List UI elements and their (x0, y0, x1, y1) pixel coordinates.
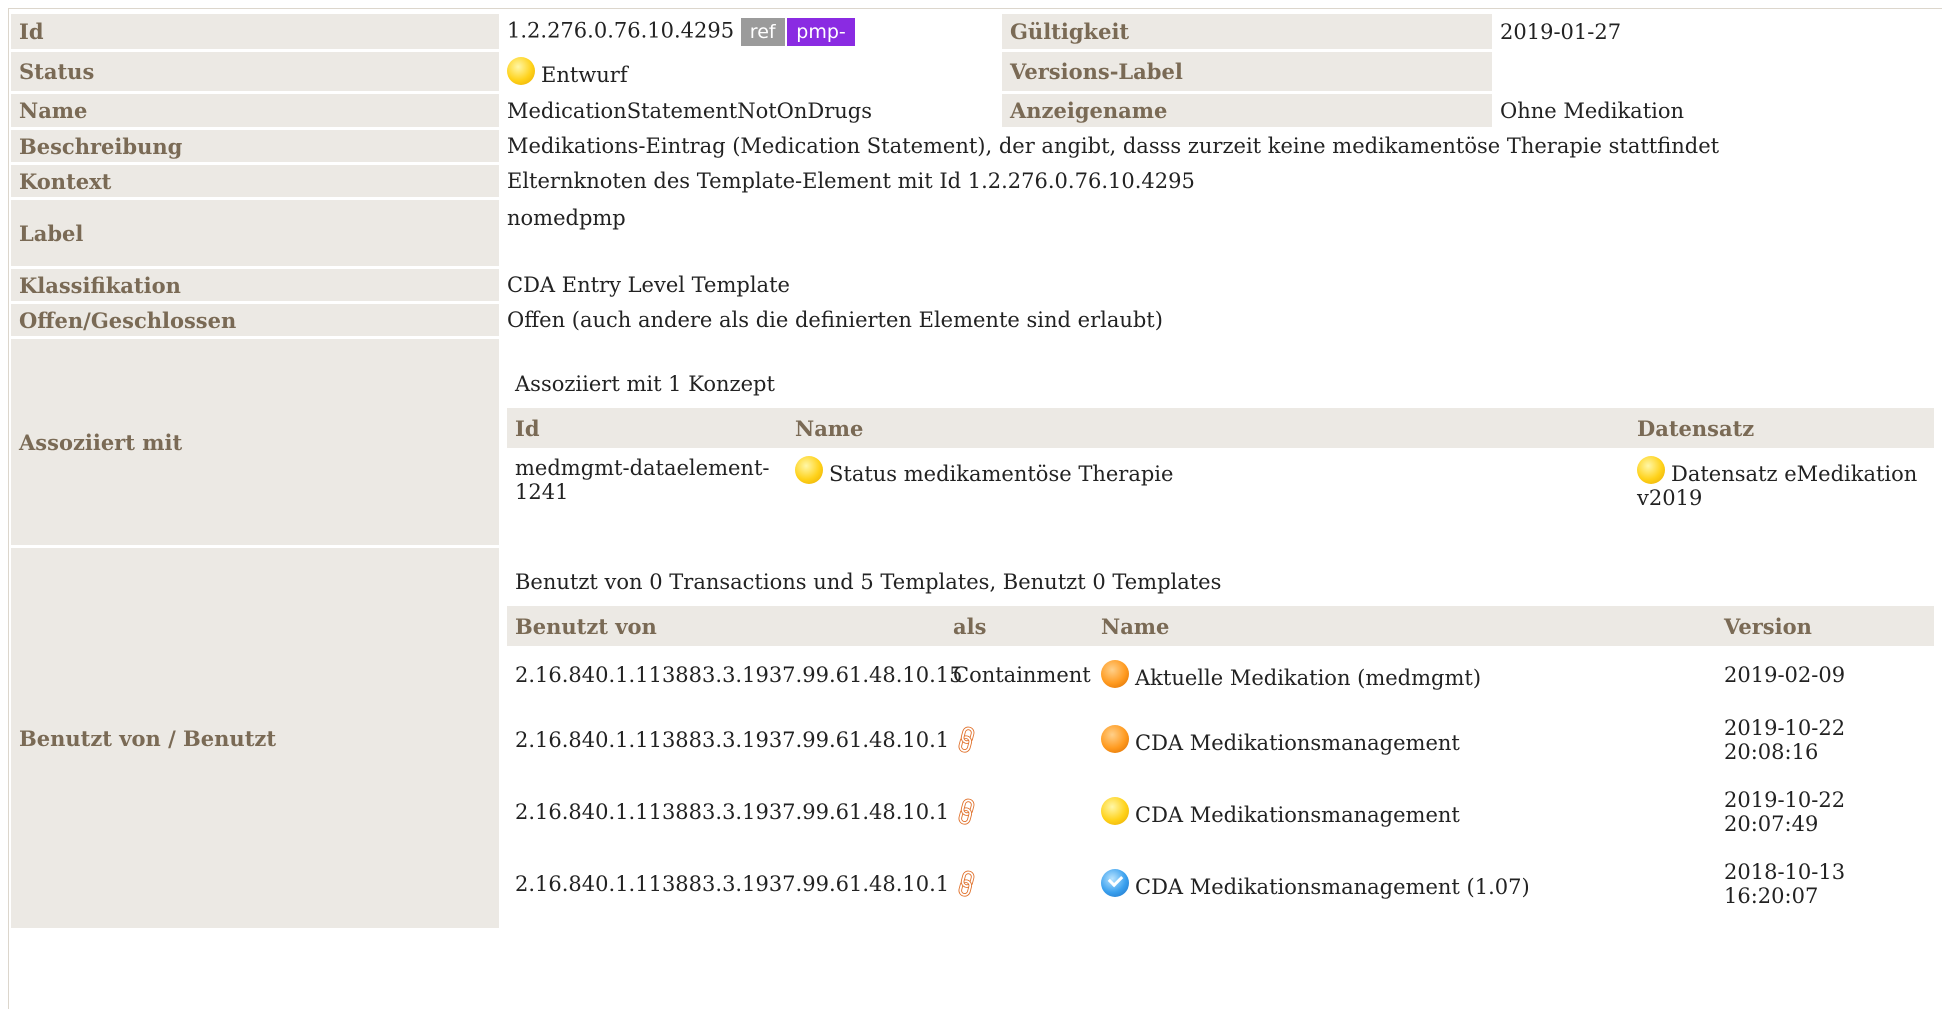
id-label: Id (11, 14, 499, 49)
open-closed-value: Offen (auch andere als die definierten E… (499, 304, 1942, 336)
ref-badge[interactable]: ref (740, 17, 785, 46)
used-by-version: 2018-10-13 (1724, 860, 1846, 884)
used-by-version-cell: 2018-10-13 16:20:07 (1716, 848, 1934, 920)
used-by-name[interactable]: Aktuelle Medikation (medmgmt) (1135, 666, 1481, 690)
associated-name[interactable]: Status medikamentöse Therapie (829, 462, 1173, 486)
associated-name-cell: Status medikamentöse Therapie (787, 448, 1629, 518)
used-by-name-cell: Aktuelle Medikation (medmgmt) (1093, 646, 1716, 704)
row-associated: Assoziiert mit Assoziiert mit 1 Konzept … (11, 339, 1942, 545)
used-by-as-cell: 🔗︎ (945, 848, 1093, 920)
description-value: Medikations-Eintrag (Medication Statemen… (499, 130, 1942, 162)
name-label: Name (11, 94, 499, 127)
name-value: MedicationStatementNotOnDrugs (499, 94, 1002, 127)
used-by-name-cell: CDA Medikationsmanagement (1093, 704, 1716, 776)
used-by-version: 2019-10-22 (1724, 788, 1846, 812)
version-label-value (1492, 52, 1942, 91)
used-by-as-cell: 🔗︎ (945, 704, 1093, 776)
row-open-closed: Offen/Geschlossen Offen (auch andere als… (11, 304, 1942, 336)
used-by-as: Containment (953, 663, 1091, 687)
associated-header-id: Id (507, 408, 787, 448)
used-by-oid[interactable]: 2.16.840.1.113883.3.1937.99.61.48.10.1 (507, 704, 949, 776)
validity-label: Gültigkeit (1002, 14, 1492, 49)
link-icon[interactable]: 🔗︎ (949, 866, 986, 902)
description-label: Beschreibung (11, 130, 499, 162)
associated-header-dataset: Datensatz (1629, 408, 1934, 448)
version-label-label: Versions-Label (1002, 52, 1492, 91)
used-by-version: 2019-02-09 (1724, 663, 1846, 687)
used-by-label: Benutzt von / Benutzt (11, 548, 499, 928)
row-description: Beschreibung Medikations-Eintrag (Medica… (11, 130, 1942, 162)
label-label: Label (11, 200, 499, 266)
open-closed-label: Offen/Geschlossen (11, 304, 499, 336)
orange-status-icon (1101, 660, 1129, 688)
classification-label: Klassifikation (11, 269, 499, 301)
row-status: Status Entwurf Versions-Label (11, 52, 1942, 91)
associated-header-name: Name (787, 408, 1629, 448)
row-classification: Klassifikation CDA Entry Level Template (11, 269, 1942, 301)
label-value: nomedpmp (499, 200, 1942, 266)
link-icon[interactable]: 🔗︎ (949, 722, 986, 758)
associated-row: medmgmt-dataelement-1241 Status medikame… (507, 448, 1934, 518)
status-value: Entwurf (541, 62, 628, 87)
used-by-name[interactable]: CDA Medikationsmanagement (1135, 803, 1460, 827)
yellow-status-icon (507, 56, 535, 85)
used-by-name-cell: CDA Medikationsmanagement (1093, 776, 1716, 848)
id-value-cell: 1.2.276.0.76.10.4295 ref pmp- (499, 14, 1002, 49)
blue-check-status-icon (1101, 869, 1129, 897)
associated-dataset[interactable]: Datensatz eMedikation v2019 (1637, 462, 1917, 510)
status-label: Status (11, 52, 499, 91)
row-name: Name MedicationStatementNotOnDrugs Anzei… (11, 94, 1942, 127)
used-by-header-version: Version (1716, 606, 1934, 646)
prefix-badge: pmp- (787, 17, 855, 46)
used-by-name-cell: CDA Medikationsmanagement (1.07) (1093, 848, 1716, 920)
used-by-name[interactable]: CDA Medikationsmanagement (1.07) (1135, 875, 1530, 899)
used-by-version-cell: 2019-10-22 20:07:49 (1716, 776, 1934, 848)
used-by-oid[interactable]: 2.16.840.1.113883.3.1937.99.61.48.10.1 (507, 776, 949, 848)
used-by-version: 2019-10-22 (1724, 716, 1846, 740)
associated-table: Id Name Datensatz medmgmt-dataelement-12… (507, 408, 1934, 518)
used-by-section: Benutzt von 0 Transactions und 5 Templat… (499, 548, 1942, 928)
row-id: Id 1.2.276.0.76.10.4295 ref pmp- Gültigk… (11, 14, 1942, 49)
yellow-status-icon (1101, 797, 1129, 825)
associated-id[interactable]: medmgmt-dataelement-1241 (507, 448, 787, 518)
associated-dataset-cell: Datensatz eMedikation v2019 (1629, 448, 1934, 518)
used-by-row: 2.16.840.1.113883.3.1937.99.61.48.10.1 🔗… (507, 776, 1934, 848)
used-by-row: 2.16.840.1.113883.3.1937.99.61.48.10.15 … (507, 646, 1934, 704)
used-by-row: 2.16.840.1.113883.3.1937.99.61.48.10.1 🔗… (507, 704, 1934, 776)
used-by-version-cell: 2019-10-22 20:08:16 (1716, 704, 1934, 776)
used-by-version-time: 16:20:07 (1724, 884, 1819, 908)
row-label: Label nomedpmp (11, 200, 1942, 266)
link-icon[interactable]: 🔗︎ (949, 794, 986, 830)
used-by-oid[interactable]: 2.16.840.1.113883.3.1937.99.61.48.10.1 (507, 848, 949, 920)
display-name-value: Ohne Medikation (1492, 94, 1942, 127)
used-by-header-as: als (945, 606, 1093, 646)
context-label: Kontext (11, 165, 499, 197)
used-by-title: Benutzt von 0 Transactions und 5 Templat… (515, 570, 1222, 594)
associated-title: Assoziiert mit 1 Konzept (515, 372, 775, 396)
classification-value: CDA Entry Level Template (499, 269, 1942, 301)
validity-value: 2019-01-27 (1492, 14, 1942, 49)
row-context: Kontext Elternknoten des Template-Elemen… (11, 165, 1942, 197)
associated-section: Assoziiert mit 1 Konzept Id Name Datensa… (499, 339, 1942, 545)
context-value: Elternknoten des Template-Element mit Id… (499, 165, 1942, 197)
used-by-header-name: Name (1093, 606, 1716, 646)
status-value-cell: Entwurf (499, 52, 1002, 91)
used-by-version-cell: 2019-02-09 (1716, 646, 1934, 704)
used-by-table: Benutzt von als Name Version 2.16.840.1.… (507, 606, 1934, 920)
id-value: 1.2.276.0.76.10.4295 (507, 18, 735, 42)
used-by-name[interactable]: CDA Medikationsmanagement (1135, 731, 1460, 755)
yellow-status-icon (795, 456, 823, 484)
used-by-header-used-by: Benutzt von (507, 606, 945, 646)
used-by-version-time: 20:07:49 (1724, 812, 1819, 836)
used-by-row: 2.16.840.1.113883.3.1937.99.61.48.10.1 🔗… (507, 848, 1934, 920)
orange-status-icon (1101, 725, 1129, 753)
used-by-as-cell: 🔗︎ (945, 776, 1093, 848)
display-name-label: Anzeigename (1002, 94, 1492, 127)
used-by-version-time: 20:08:16 (1724, 740, 1819, 764)
template-details-table: Id 1.2.276.0.76.10.4295 ref pmp- Gültigk… (11, 11, 1942, 931)
yellow-status-icon (1637, 456, 1665, 484)
associated-label: Assoziiert mit (11, 339, 499, 545)
row-used-by: Benutzt von / Benutzt Benutzt von 0 Tran… (11, 548, 1942, 928)
used-by-oid[interactable]: 2.16.840.1.113883.3.1937.99.61.48.10.15 (507, 646, 963, 704)
